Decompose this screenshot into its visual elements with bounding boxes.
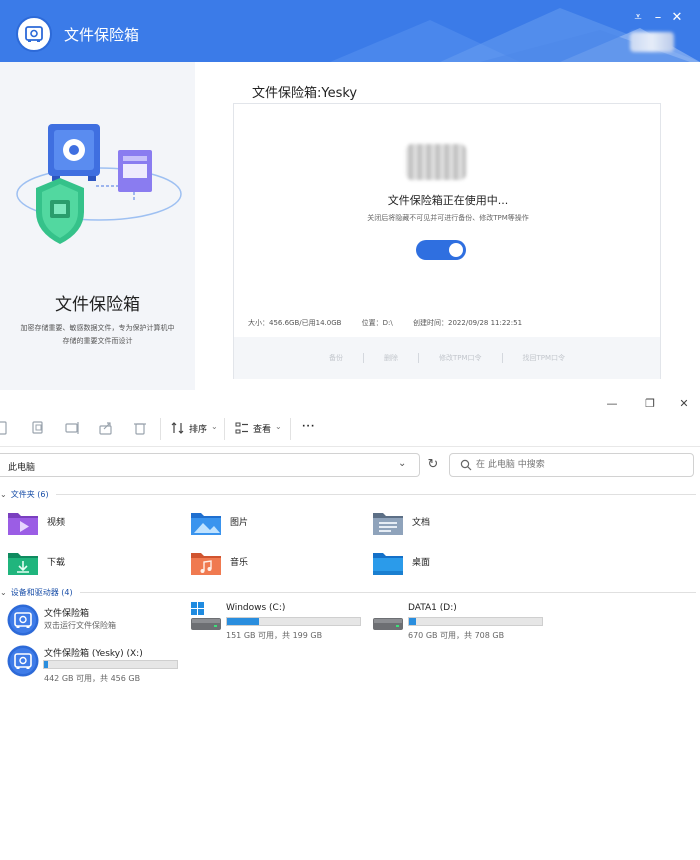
view-icon[interactable] (234, 420, 250, 436)
chevron-down-icon: ⌄ (211, 422, 218, 431)
drive-vault-app[interactable]: 文件保险箱 双击运行文件保险箱 (7, 604, 177, 638)
drive-data1-d[interactable]: DATA1 (D:) 670 GB 可用，共 708 GB (372, 602, 547, 642)
folder-pictures[interactable]: 图片 (190, 509, 340, 543)
windows-drive-icon (191, 602, 221, 630)
music-folder-icon (191, 553, 221, 575)
drive-d-usage-fill (409, 618, 416, 625)
drive-c-usage-fill (227, 618, 259, 625)
vault-location: 位置：D:\ (361, 319, 393, 327)
vault-status-title: 文件保险箱正在使用中... (387, 194, 509, 207)
hard-drive-icon (373, 618, 403, 630)
vault-action-bar: 备份 删除 修改TPM口令 找回TPM口令 (234, 337, 660, 379)
folder-videos[interactable]: 视频 (7, 509, 157, 543)
section-divider (80, 592, 696, 593)
vault-name-heading: 文件保险箱:Yesky (252, 86, 358, 101)
chevron-down-icon[interactable]: ⌄ (398, 458, 406, 469)
toggle-knob (449, 243, 463, 257)
explorer-toolbar: 排序 ⌄ 查看 ⌄ ··· (0, 414, 700, 444)
drive-c-usage-bar (226, 617, 361, 626)
video-folder-icon (8, 513, 38, 535)
chevron-down-icon: ⌄ (275, 422, 282, 431)
vault-illustration (16, 124, 182, 244)
close-icon[interactable]: ✕ (669, 10, 685, 26)
minimize-icon[interactable]: — (604, 396, 620, 412)
section-divider (56, 494, 696, 495)
chevron-down-icon: ⌄ (0, 490, 7, 499)
minimize-icon[interactable]: – (650, 10, 666, 26)
view-button[interactable]: 查看 (253, 422, 271, 435)
vault-size: 大小：456.6GB/已用14.0GB (248, 319, 342, 327)
folders-section-label: 文件夹 (6) (10, 490, 49, 499)
devices-section-label: 设备和驱动器 (4) (10, 588, 73, 597)
downloads-folder-icon (8, 553, 38, 575)
vault-logo-icon (16, 16, 52, 52)
more-options-button[interactable]: ··· (302, 422, 315, 432)
vault-title: 文件保险箱 (64, 26, 140, 44)
vault-drive-icon (7, 645, 39, 677)
vault-left-panel: 文件保险箱 加密存储重要、敏感数据文件，专为保护计算机中存储的重要文件而设计 (0, 62, 195, 390)
drive-x-usage-bar (43, 660, 178, 669)
folder-documents[interactable]: 文档 (372, 509, 522, 543)
drive-x-usage-fill (44, 661, 48, 668)
search-box[interactable] (449, 453, 694, 477)
vault-left-title: 文件保险箱 (55, 295, 140, 315)
vault-status-subtitle: 关闭后将隐藏不可见并可进行备份、修改TPM等操作 (367, 214, 529, 222)
toolbar-divider (290, 418, 291, 440)
drive-windows-c[interactable]: Windows (C:) 151 GB 可用，共 199 GB (190, 602, 365, 642)
sort-icon[interactable] (170, 420, 186, 436)
toolbar-divider (160, 418, 161, 440)
drive-vault-x[interactable]: 文件保险箱 (Yesky) (X:) 442 GB 可用，共 456 GB (7, 645, 182, 685)
folder-downloads[interactable]: 下载 (7, 549, 157, 583)
folder-music[interactable]: 音乐 (190, 549, 340, 583)
search-icon (460, 459, 472, 471)
desktop-folder-icon (373, 553, 403, 575)
backup-button[interactable]: 备份 (309, 353, 364, 363)
vault-app-icon (7, 604, 39, 636)
recover-tpm-password-button[interactable]: 找回TPM口令 (503, 353, 586, 363)
chevron-down-icon: ⌄ (0, 588, 7, 597)
refresh-icon[interactable]: ↻ (424, 456, 442, 474)
address-bar[interactable]: 此电脑 ⌄ (0, 453, 420, 477)
documents-folder-icon (373, 513, 403, 535)
vault-info-row: 大小：456.6GB/已用14.0GB 位置：D:\ 创建时间：2022/09/… (248, 318, 540, 328)
delete-icon[interactable] (132, 420, 148, 436)
vault-left-description: 加密存储重要、敏感数据文件，专为保护计算机中存储的重要文件而设计 (20, 324, 175, 345)
vault-window: 文件保险箱 ⩡ – ✕ 文件保险箱 加密存储重要、敏感数据文件，专为保护计算机中… (0, 0, 700, 390)
address-text: 此电脑 (8, 463, 36, 473)
change-tpm-password-button[interactable]: 修改TPM口令 (419, 353, 503, 363)
restore-icon[interactable]: ❐ (642, 396, 658, 412)
toolbar-separator (0, 446, 700, 447)
close-icon[interactable]: ✕ (676, 396, 692, 412)
delete-button[interactable]: 删除 (364, 353, 419, 363)
cut-icon[interactable] (0, 420, 10, 436)
vault-enable-toggle[interactable] (416, 240, 466, 260)
rename-icon[interactable] (64, 420, 80, 436)
vault-titlebar: 文件保险箱 ⩡ – ✕ (0, 0, 700, 62)
folders-section-header[interactable]: ⌄ 文件夹 (6) (0, 489, 49, 500)
folder-desktop[interactable]: 桌面 (372, 549, 522, 583)
menu-icon[interactable]: ⩡ (630, 10, 646, 26)
blurred-image (406, 144, 466, 180)
toolbar-divider (224, 418, 225, 440)
drive-d-usage-bar (408, 617, 543, 626)
vault-created-time: 创建时间：2022/09/28 11:22:51 (413, 319, 523, 327)
copy-icon[interactable] (30, 420, 46, 436)
blurred-user-avatar (630, 32, 674, 52)
explorer-window: — ❐ ✕ 排序 ⌄ 查看 ⌄ ··· 此电脑 ⌄ ↻ 在 此电脑 中搜索 ⌄ … (0, 390, 700, 860)
devices-section-header[interactable]: ⌄ 设备和驱动器 (4) (0, 587, 73, 598)
share-icon[interactable] (98, 420, 114, 436)
vault-status-card: 文件保险箱正在使用中... 关闭后将隐藏不可见并可进行备份、修改TPM等操作 大… (233, 103, 661, 379)
pictures-folder-icon (191, 513, 221, 535)
sort-button[interactable]: 排序 (189, 422, 207, 435)
search-input[interactable] (476, 457, 686, 473)
